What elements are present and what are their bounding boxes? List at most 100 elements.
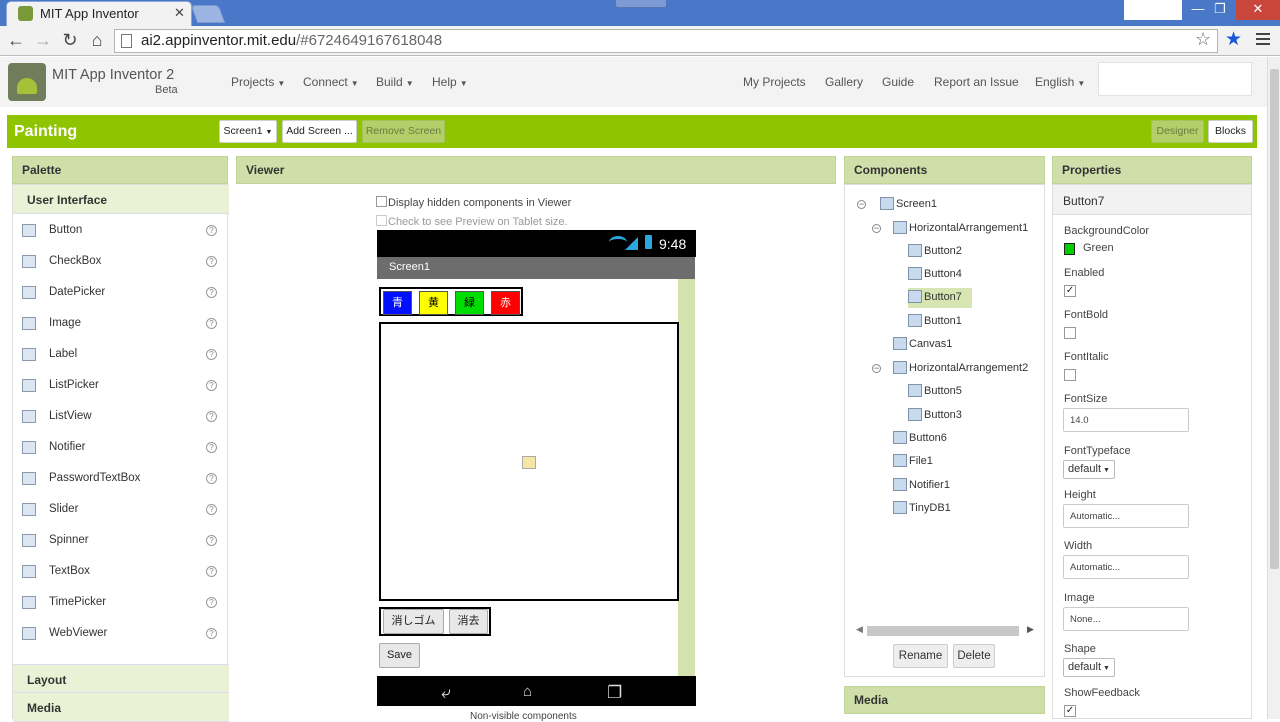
- eraser-button[interactable]: 消しゴム: [383, 609, 444, 634]
- fontitalic-checkbox[interactable]: [1064, 369, 1076, 381]
- fontbold-checkbox[interactable]: [1064, 327, 1076, 339]
- tree-item-button5[interactable]: Button5: [908, 382, 1058, 402]
- palette-item-textbox[interactable]: TextBox?: [13, 556, 227, 587]
- reload-icon[interactable]: ↻: [59, 30, 81, 51]
- delete-button[interactable]: Delete: [953, 644, 995, 668]
- horizontal-arrangement-2[interactable]: 消しゴム 消去: [379, 607, 491, 636]
- tree-item-tinydb1[interactable]: TinyDB1: [893, 499, 1043, 519]
- palette-item-listpicker[interactable]: ListPicker?: [13, 370, 227, 401]
- app-inventor-logo-icon[interactable]: [8, 63, 46, 101]
- tree-item-button6[interactable]: Button6: [893, 429, 1043, 449]
- palette-item-listview[interactable]: ListView?: [13, 401, 227, 432]
- help-icon[interactable]: ?: [206, 535, 217, 546]
- scroll-track[interactable]: [867, 626, 1019, 636]
- remove-screen-button[interactable]: Remove Screen: [362, 120, 445, 143]
- help-icon[interactable]: ?: [206, 349, 217, 360]
- bookmark-star-icon[interactable]: ☆: [1195, 29, 1211, 50]
- help-icon[interactable]: ?: [206, 628, 217, 639]
- tree-item-button2[interactable]: Button2: [908, 242, 1058, 262]
- home-icon[interactable]: ⌂: [86, 30, 108, 51]
- backgroundcolor-value[interactable]: Green: [1083, 242, 1114, 254]
- help-icon[interactable]: ?: [206, 411, 217, 422]
- window-close-icon[interactable]: ✕: [1236, 0, 1280, 20]
- palette-item-timepicker[interactable]: TimePicker?: [13, 587, 227, 618]
- palette-item-button[interactable]: Button?: [13, 215, 227, 246]
- palette-item-webviewer[interactable]: WebViewer?: [13, 618, 227, 649]
- palette-item-passwordtextbox[interactable]: PasswordTextBox?: [13, 463, 227, 494]
- clear-button[interactable]: 消去: [449, 609, 488, 634]
- checkbox-box[interactable]: [376, 215, 387, 226]
- browser-menu-icon[interactable]: [1256, 33, 1270, 45]
- menu-connect[interactable]: Connect ▼: [303, 75, 359, 89]
- display-hidden-checkbox[interactable]: Display hidden components in Viewer: [376, 196, 571, 209]
- help-icon[interactable]: ?: [206, 256, 217, 267]
- language-select[interactable]: English ▼: [1035, 75, 1085, 89]
- image-input[interactable]: None...: [1063, 607, 1189, 631]
- tree-item-button3[interactable]: Button3: [908, 406, 1058, 426]
- help-icon[interactable]: ?: [206, 380, 217, 391]
- tree-item-button4[interactable]: Button4: [908, 265, 1058, 285]
- blocks-button[interactable]: Blocks: [1208, 120, 1253, 143]
- save-button[interactable]: Save: [379, 643, 420, 668]
- palette-item-datepicker[interactable]: DatePicker?: [13, 277, 227, 308]
- palette-section-media[interactable]: Media: [13, 693, 229, 722]
- horizontal-arrangement-1[interactable]: 青 黄 緑 赤: [379, 287, 523, 316]
- help-icon[interactable]: ?: [206, 473, 217, 484]
- tree-item-button7[interactable]: Button7: [908, 288, 972, 308]
- add-screen-button[interactable]: Add Screen ...: [282, 120, 357, 143]
- width-input[interactable]: Automatic...: [1063, 555, 1189, 579]
- link-guide[interactable]: Guide: [882, 75, 914, 89]
- page-scrollbar-thumb[interactable]: [1270, 69, 1279, 569]
- tree-item-canvas1[interactable]: Canvas1: [893, 335, 1043, 355]
- color-button-red[interactable]: 赤: [491, 291, 520, 315]
- help-icon[interactable]: ?: [206, 287, 217, 298]
- help-icon[interactable]: ?: [206, 566, 217, 577]
- palette-section-user-interface[interactable]: User Interface: [13, 185, 229, 214]
- showfeedback-checkbox[interactable]: ✓: [1064, 705, 1076, 717]
- brand-title[interactable]: MIT App Inventor 2: [52, 67, 174, 83]
- designer-button[interactable]: Designer: [1151, 120, 1204, 143]
- collapse-toggle-icon[interactable]: −: [872, 224, 881, 233]
- menu-projects[interactable]: Projects ▼: [231, 75, 285, 89]
- color-button-green[interactable]: 緑: [455, 291, 484, 315]
- help-icon[interactable]: ?: [206, 225, 217, 236]
- maximize-icon[interactable]: ❐: [1204, 0, 1236, 20]
- tree-item-screen1[interactable]: Screen1: [880, 195, 1030, 215]
- canvas1-preview[interactable]: [379, 322, 679, 601]
- palette-item-image[interactable]: Image?: [13, 308, 227, 339]
- fontsize-input[interactable]: 14.0: [1063, 408, 1189, 432]
- page-scrollbar[interactable]: [1267, 57, 1280, 719]
- link-my-projects[interactable]: My Projects: [743, 75, 806, 89]
- palette-item-slider[interactable]: Slider?: [13, 494, 227, 525]
- tree-item-button1[interactable]: Button1: [908, 312, 1058, 332]
- palette-item-checkbox[interactable]: CheckBox?: [13, 246, 227, 277]
- collapse-toggle-icon[interactable]: −: [857, 200, 866, 209]
- tree-item-horizontalarrangement2[interactable]: HorizontalArrangement2: [893, 359, 1043, 379]
- screen-select-button[interactable]: Screen1 ▼: [219, 120, 277, 143]
- scroll-right-icon[interactable]: ▶: [1027, 624, 1034, 635]
- color-button-blue[interactable]: 青: [383, 291, 412, 315]
- help-icon[interactable]: ?: [206, 318, 217, 329]
- palette-item-spinner[interactable]: Spinner?: [13, 525, 227, 556]
- link-report-issue[interactable]: Report an Issue: [934, 75, 1019, 89]
- color-button-yellow[interactable]: 黄: [419, 291, 448, 315]
- tree-item-notifier1[interactable]: Notifier1: [893, 476, 1043, 496]
- palette-section-layout[interactable]: Layout: [13, 664, 229, 693]
- collapse-toggle-icon[interactable]: −: [872, 364, 881, 373]
- help-icon[interactable]: ?: [206, 442, 217, 453]
- help-icon[interactable]: ?: [206, 597, 217, 608]
- tree-item-horizontalarrangement1[interactable]: HorizontalArrangement1: [893, 219, 1043, 239]
- rename-button[interactable]: Rename: [893, 644, 948, 668]
- extension-star-icon[interactable]: ★: [1225, 28, 1242, 51]
- enabled-checkbox[interactable]: ✓: [1064, 285, 1076, 297]
- shape-select[interactable]: default ▼: [1063, 658, 1115, 677]
- menu-help[interactable]: Help ▼: [432, 75, 468, 89]
- forward-arrow-icon[interactable]: →: [32, 30, 54, 51]
- tablet-preview-checkbox[interactable]: Check to see Preview on Tablet size.: [376, 215, 568, 228]
- fonttypeface-select[interactable]: default ▼: [1063, 460, 1115, 479]
- user-account-box[interactable]: [1098, 62, 1252, 96]
- browser-tab[interactable]: MIT App Inventor ✕: [6, 1, 192, 26]
- tree-item-file1[interactable]: File1: [893, 452, 1043, 472]
- components-horizontal-scrollbar[interactable]: ◀ ▶: [856, 624, 1036, 637]
- menu-build[interactable]: Build ▼: [376, 75, 414, 89]
